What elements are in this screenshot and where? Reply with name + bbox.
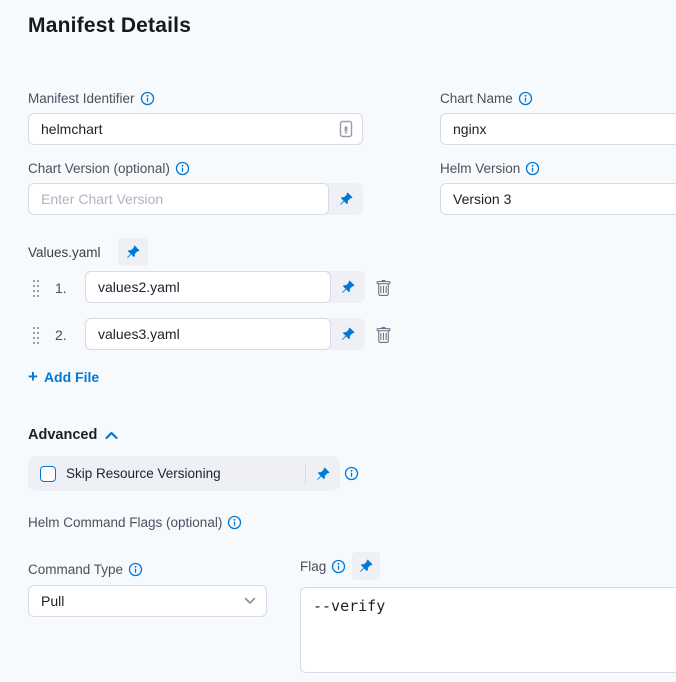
values-yaml-label-row: Values.yaml [28, 244, 101, 260]
manifest-identifier-label-row: Manifest Identifier [28, 90, 155, 106]
values-file-input-group [85, 318, 365, 350]
edit-id-icon[interactable] [338, 120, 354, 138]
command-type-select[interactable]: Pull [28, 585, 267, 617]
flag-label-row: Flag [300, 558, 346, 574]
manifest-identifier-input[interactable] [28, 113, 363, 145]
helm-version-label: Helm Version [440, 161, 520, 176]
manifest-details-panel: Manifest Details Manifest Identifier Cha… [0, 0, 676, 682]
info-icon[interactable] [331, 559, 346, 574]
helm-command-flags-label-row: Helm Command Flags (optional) [28, 514, 242, 530]
chart-version-input-group [28, 183, 363, 215]
chevron-down-icon [244, 597, 256, 605]
values-row-index: 2. [55, 327, 67, 343]
pin-icon[interactable] [331, 318, 365, 350]
chart-name-label-row: Chart Name [440, 90, 533, 106]
advanced-label: Advanced [28, 427, 97, 443]
delete-file-button[interactable] [373, 278, 393, 298]
values-file-input-group [85, 271, 365, 303]
info-icon[interactable] [227, 515, 242, 530]
drag-handle-icon[interactable] [31, 278, 41, 298]
chart-name-label: Chart Name [440, 91, 513, 106]
page-title: Manifest Details [28, 14, 191, 38]
info-icon[interactable] [344, 466, 359, 481]
values-file-input[interactable] [85, 271, 331, 303]
info-icon[interactable] [140, 91, 155, 106]
chart-version-label: Chart Version (optional) [28, 161, 170, 176]
command-type-label: Command Type [28, 562, 123, 577]
manifest-identifier-label: Manifest Identifier [28, 91, 135, 106]
pin-icon[interactable] [306, 456, 340, 491]
helm-version-label-row: Helm Version [440, 160, 540, 176]
command-type-value: Pull [41, 593, 244, 609]
info-icon[interactable] [175, 161, 190, 176]
info-icon[interactable] [128, 562, 143, 577]
info-icon[interactable] [525, 161, 540, 176]
helm-command-flags-label: Helm Command Flags (optional) [28, 515, 222, 530]
values-yaml-label: Values.yaml [28, 245, 101, 260]
chart-version-input[interactable] [28, 183, 329, 215]
chevron-up-icon [105, 431, 118, 440]
delete-file-button[interactable] [373, 325, 393, 345]
skip-resource-versioning-card: Skip Resource Versioning [28, 456, 340, 491]
pin-icon[interactable] [329, 183, 363, 215]
flag-textarea[interactable]: --verify [300, 587, 676, 673]
drag-handle-icon[interactable] [31, 325, 41, 345]
flag-pin-button[interactable] [352, 552, 380, 580]
add-file-button[interactable]: + Add File [28, 368, 99, 385]
info-icon[interactable] [518, 91, 533, 106]
chart-name-input[interactable] [440, 113, 676, 145]
pin-icon[interactable] [331, 271, 365, 303]
skip-resource-versioning-label: Skip Resource Versioning [66, 466, 305, 481]
helm-version-select[interactable] [440, 183, 676, 215]
values-pin-button[interactable] [118, 238, 148, 266]
skip-resource-versioning-checkbox[interactable] [40, 466, 56, 482]
values-row-index: 1. [55, 280, 67, 296]
plus-icon: + [28, 368, 38, 385]
values-file-input[interactable] [85, 318, 331, 350]
advanced-section-toggle[interactable]: Advanced [28, 427, 118, 443]
chart-version-label-row: Chart Version (optional) [28, 160, 190, 176]
add-file-label: Add File [44, 369, 99, 385]
flag-label: Flag [300, 559, 326, 574]
command-type-label-row: Command Type [28, 561, 143, 577]
